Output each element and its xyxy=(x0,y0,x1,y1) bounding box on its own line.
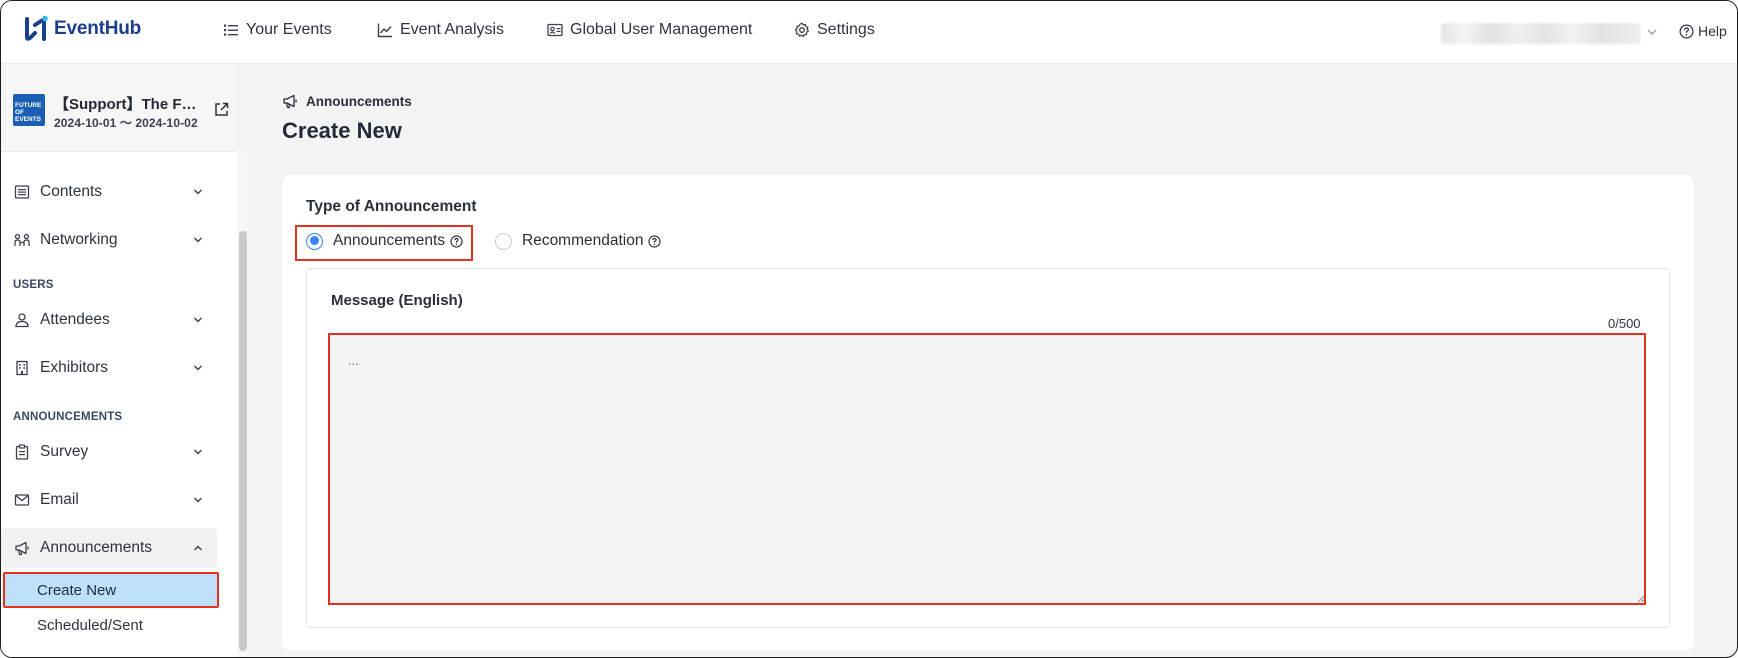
networking-icon xyxy=(14,233,30,246)
nav-label: Settings xyxy=(817,21,875,38)
app-logo[interactable]: EventHub xyxy=(23,15,141,43)
nav-global-user-management[interactable]: Global User Management xyxy=(547,21,752,39)
radio-recommendation[interactable]: Recommendation xyxy=(495,232,662,250)
mail-icon xyxy=(14,494,30,506)
nav-label: Event Analysis xyxy=(400,21,505,38)
character-counter: 0/500 xyxy=(1608,316,1641,331)
help-circle-icon xyxy=(1679,24,1694,38)
sidebar-item-label: Networking xyxy=(40,231,118,248)
help-circle-icon[interactable] xyxy=(648,234,662,248)
sidebar-item-survey[interactable]: Survey xyxy=(1,432,219,472)
gear-icon xyxy=(794,22,809,38)
help-circle-icon[interactable] xyxy=(450,234,463,248)
id-card-icon xyxy=(547,23,563,37)
clipboard-icon xyxy=(15,444,29,460)
eventhub-logo-icon xyxy=(25,15,48,41)
event-title: 【Support】The Future of Events xyxy=(54,96,204,113)
radio-label: Recommendation xyxy=(522,232,644,249)
nav-your-events[interactable]: Your Events xyxy=(223,21,332,39)
sidebar-item-attendees[interactable]: Attendees xyxy=(1,300,219,340)
sidebar-item-email[interactable]: Email xyxy=(1,480,219,520)
sidebar: FUTURE OF EVENTS 【Support】The Future of … xyxy=(1,64,237,657)
sidebar-scrollbar-thumb[interactable] xyxy=(239,231,247,651)
sidebar-subitem-label: Create New xyxy=(37,582,117,599)
nav-label: Global User Management xyxy=(570,21,753,38)
top-navigation-bar: EventHub Your Events Event Analysis Glob… xyxy=(1,1,1737,64)
building-icon xyxy=(16,360,28,376)
section-label-announcements: ANNOUNCEMENTS xyxy=(13,411,123,423)
current-event-card: FUTURE OF EVENTS 【Support】The Future of … xyxy=(1,64,237,152)
line-chart-icon xyxy=(377,23,392,38)
chevron-down-icon xyxy=(194,189,202,195)
sidebar-item-contents[interactable]: Contents xyxy=(1,172,219,212)
event-thumbnail: FUTURE OF EVENTS xyxy=(13,94,45,126)
breadcrumb: Announcements xyxy=(282,93,412,109)
sidebar-item-label: Exhibitors xyxy=(40,359,109,376)
radio-label: Announcements xyxy=(333,232,446,249)
sidebar-item-networking[interactable]: Networking xyxy=(1,220,219,260)
chevron-down-icon xyxy=(194,237,202,243)
chevron-up-icon xyxy=(194,545,202,551)
user-menu[interactable] xyxy=(1441,23,1641,44)
chevron-down-icon xyxy=(194,449,202,455)
chevron-down-icon xyxy=(194,497,202,503)
sidebar-item-label: Attendees xyxy=(40,311,110,328)
megaphone-icon xyxy=(283,94,297,109)
external-link-icon[interactable] xyxy=(213,101,230,118)
chevron-down-icon xyxy=(194,365,202,371)
type-of-announcement-label: Type of Announcement xyxy=(306,198,477,215)
chevron-down-icon xyxy=(194,317,202,323)
sidebar-item-label: Survey xyxy=(40,443,89,460)
chevron-down-icon[interactable] xyxy=(1645,25,1659,39)
document-list-icon xyxy=(14,185,30,199)
help-link[interactable]: Help xyxy=(1679,23,1727,39)
radio-announcements[interactable]: Announcements xyxy=(306,232,463,250)
sidebar-item-label: Email xyxy=(40,491,79,508)
page-title: Create New xyxy=(282,118,402,143)
resize-handle-icon[interactable] xyxy=(1635,593,1645,603)
message-english-label: Message (English) xyxy=(331,292,463,309)
nav-event-analysis[interactable]: Event Analysis xyxy=(377,21,504,39)
event-dates: 2024-10-01 ～ 2024-10-02 xyxy=(54,116,198,130)
help-label: Help xyxy=(1698,23,1727,39)
radio-dot-selected[interactable] xyxy=(306,232,323,250)
message-textarea[interactable] xyxy=(328,333,1646,605)
app-window: EventHub Your Events Event Analysis Glob… xyxy=(0,0,1738,658)
radio-dot[interactable] xyxy=(495,232,512,250)
sidebar-subitem-scheduled-sent[interactable]: Scheduled/Sent xyxy=(37,617,143,634)
sidebar-subitem-create-new[interactable]: Create New xyxy=(3,572,219,608)
sidebar-item-exhibitors[interactable]: Exhibitors xyxy=(1,348,219,388)
sidebar-item-label: Contents xyxy=(40,183,103,200)
user-icon xyxy=(15,313,29,328)
nav-settings[interactable]: Settings xyxy=(794,21,875,39)
section-label-users: USERS xyxy=(13,279,54,291)
list-icon xyxy=(224,24,238,36)
sidebar-item-label: Announcements xyxy=(40,539,153,556)
megaphone-icon xyxy=(15,541,29,556)
nav-label: Your Events xyxy=(246,21,332,38)
breadcrumb-label: Announcements xyxy=(306,93,412,109)
app-name: EventHub xyxy=(54,18,142,39)
sidebar-item-announcements[interactable]: Announcements xyxy=(1,528,217,568)
